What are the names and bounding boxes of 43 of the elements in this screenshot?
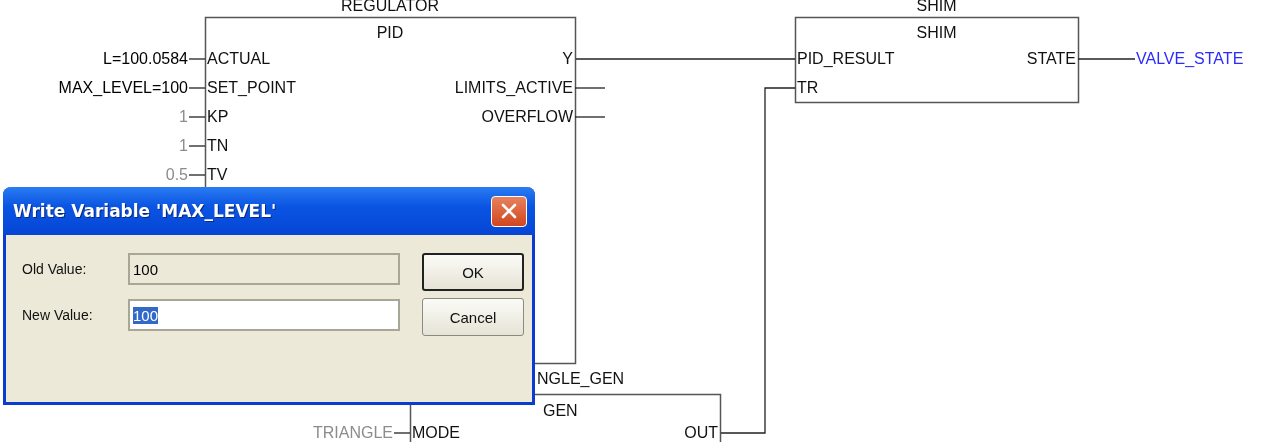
output-pin: LIMITS_ACTIVE: [454, 78, 573, 98]
pin-line: [574, 87, 606, 89]
instance-name: SHIM: [915, 0, 958, 16]
output-pin: Y: [562, 49, 573, 69]
pin-line: [188, 87, 206, 89]
block-type: GEN: [543, 401, 578, 421]
input-value: 1: [179, 107, 188, 127]
input-pin: TN: [207, 136, 229, 156]
pin-line: [1077, 58, 1136, 60]
input-pin: SET_POINT: [207, 78, 296, 98]
input-pin: MODE: [412, 423, 460, 442]
input-value: L=100.0584: [103, 49, 188, 69]
dialog-button[interactable]: Cancel: [422, 298, 524, 336]
instance-name: REGULATOR: [339, 0, 441, 16]
dialog-title: Write Variable 'MAX_LEVEL': [13, 201, 277, 221]
pin-line: [188, 58, 206, 60]
pin-line: [188, 145, 206, 147]
input-value: 0.5: [165, 165, 188, 185]
close-icon: [500, 202, 518, 220]
block-type: PID: [375, 23, 405, 43]
field-label: Old Value:: [22, 261, 88, 277]
output-pin: STATE: [1026, 49, 1076, 69]
field-label: New Value:: [22, 307, 94, 323]
pin-line: [393, 432, 411, 434]
input-value: 1: [179, 136, 188, 156]
output-variable: VALVE_STATE: [1136, 49, 1244, 69]
input-pin: TR: [797, 78, 819, 98]
input-pin: TV: [207, 165, 228, 185]
output-pin: OVERFLOW: [481, 107, 573, 127]
input-pin: ACTUAL: [207, 49, 271, 69]
input-pin: KP: [207, 107, 229, 127]
input-pin: PID_RESULT: [797, 49, 895, 69]
close-button[interactable]: [491, 195, 527, 227]
instance-name: NGLE_GEN: [537, 369, 625, 389]
output-pin: OUT: [684, 423, 718, 442]
input-field[interactable]: 100: [128, 299, 400, 331]
input-value: MAX_LEVEL=100: [58, 78, 188, 98]
pin-line: [574, 116, 606, 118]
dialog-button[interactable]: OK: [422, 253, 524, 291]
pin-line: [188, 174, 206, 176]
pin-line: [188, 116, 206, 118]
block-type: SHIM: [915, 23, 958, 43]
input-value: TRIANGLE: [313, 423, 393, 442]
